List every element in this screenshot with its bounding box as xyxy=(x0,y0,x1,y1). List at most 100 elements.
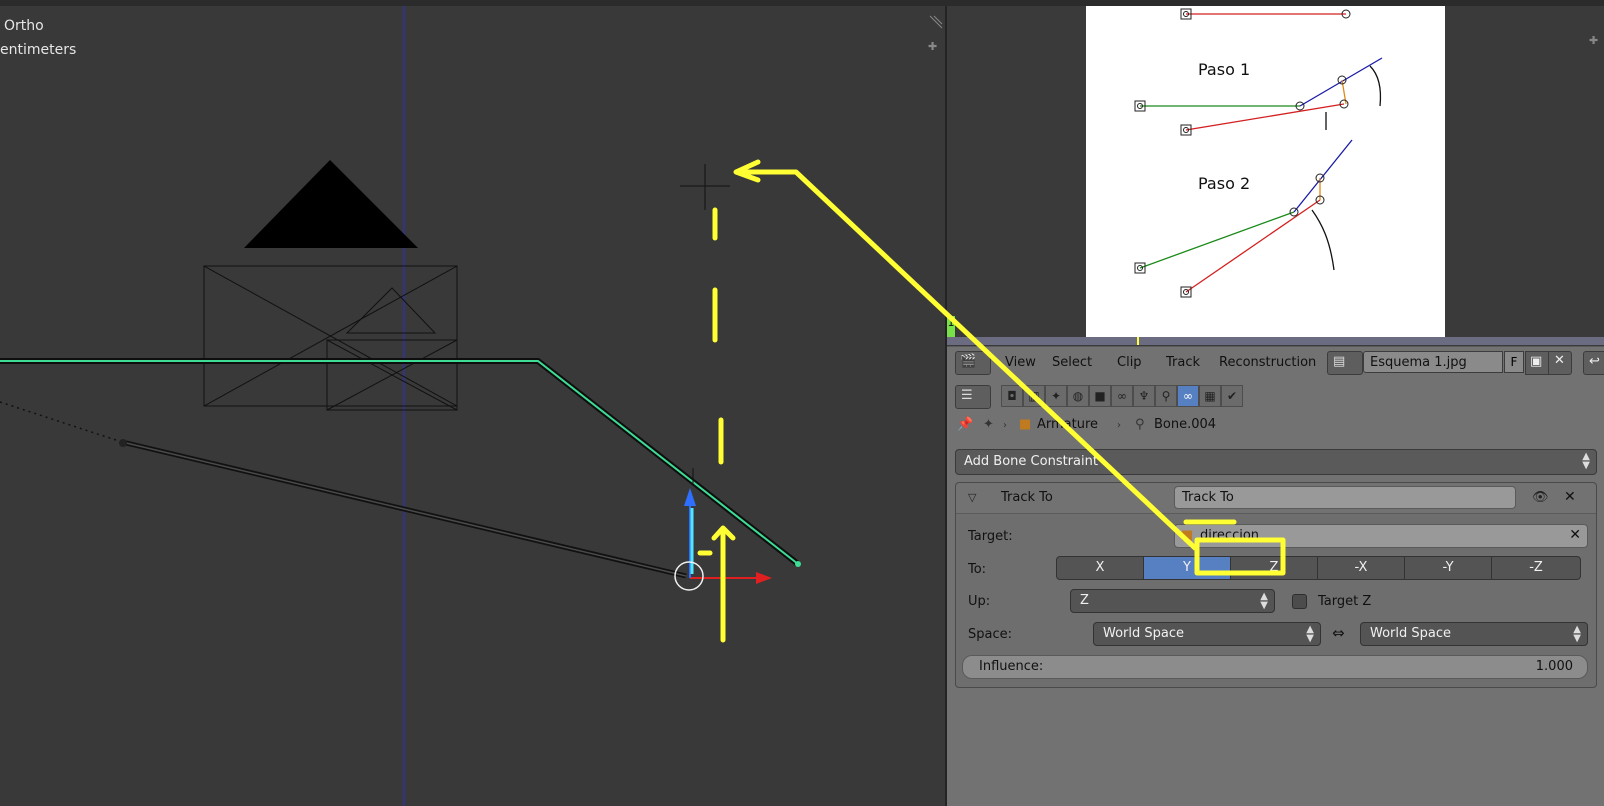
collapse-triangle-icon[interactable]: ▽ xyxy=(968,491,976,504)
tab-armature-data[interactable]: ♆ xyxy=(1133,385,1155,407)
3d-viewport[interactable]: ✚ Ortho entimeters xyxy=(0,6,945,806)
unlink-clip-button[interactable]: ✕ xyxy=(1548,351,1572,375)
add-bone-constraint-menu[interactable]: Add Bone Constraint ▲ ▼ xyxy=(955,449,1597,475)
viewport-canvas[interactable]: ✚ xyxy=(0,6,945,806)
constraint-type-label: Track To xyxy=(1001,490,1053,505)
tab-bone[interactable]: ⚲ xyxy=(1155,385,1177,407)
chevron-right-icon: › xyxy=(1003,420,1007,431)
link-icon: ∞ xyxy=(1117,389,1127,403)
units-label: entimeters xyxy=(0,42,77,58)
properties-tabs: ☰ ◘ ▥ ✦ ◍ ■ ∞ ♆ ⚲ ∞ ▦ ✔ xyxy=(947,379,1604,411)
tab-scene[interactable]: ✦ xyxy=(1045,385,1067,407)
tab-object-constraints[interactable]: ∞ xyxy=(1111,385,1133,407)
constraint-header: ▽ Track To Track To 👁 ✕ xyxy=(956,483,1596,514)
tab-render-layers[interactable]: ▥ xyxy=(1023,385,1045,407)
object-icon: ■ xyxy=(1181,528,1194,543)
cube-icon: ■ xyxy=(1094,389,1106,403)
clapper-icon: 🎬 xyxy=(960,354,977,369)
up-value: Z xyxy=(1080,593,1089,608)
to-axis-selector: X Y Z -X -Y -Z xyxy=(1056,556,1581,580)
box-wireframe xyxy=(203,265,458,411)
eye-icon[interactable]: 👁 xyxy=(1532,490,1549,505)
selected-bone xyxy=(0,360,799,565)
clip-editor[interactable]: Paso 1 Paso 2 1 ✚ xyxy=(947,6,1604,346)
up-axis-dropdown[interactable]: Z ▲ ▼ xyxy=(1070,589,1275,613)
space-label: Space: xyxy=(968,627,1012,642)
close-icon: ✕ xyxy=(1554,353,1565,368)
return-icon: ↩ xyxy=(1589,354,1600,369)
to-axis-x[interactable]: X xyxy=(1056,556,1144,580)
menu-track[interactable]: Track xyxy=(1166,355,1200,370)
browse-clip-button[interactable]: ▤ xyxy=(1327,351,1363,375)
tab-texture[interactable]: ▦ xyxy=(1199,385,1221,407)
updown-arrows-icon: ▲ ▼ xyxy=(1306,624,1314,644)
owner-space-value: World Space xyxy=(1103,626,1185,641)
target-label: Target: xyxy=(968,529,1013,544)
tab-render[interactable]: ◘ xyxy=(1001,385,1023,407)
menu-view[interactable]: View xyxy=(1005,355,1036,370)
open-clip-button[interactable]: ▣ xyxy=(1525,351,1549,375)
constraint-panel: ▽ Track To Track To 👁 ✕ Target: ■ direcc… xyxy=(955,482,1597,688)
svg-text:✚: ✚ xyxy=(928,40,937,53)
menu-reconstruction[interactable]: Reconstruction xyxy=(1219,355,1316,370)
paso-2-label: Paso 2 xyxy=(1198,174,1251,193)
clip-name-field[interactable]: Esquema 1.jpg xyxy=(1363,351,1503,373)
constraint-name-field[interactable]: Track To xyxy=(1174,486,1516,509)
to-axis-neg-z[interactable]: -Z xyxy=(1491,556,1581,580)
target-z-label: Target Z xyxy=(1318,594,1372,609)
to-axis-z[interactable]: Z xyxy=(1230,556,1318,580)
target-value: direccion xyxy=(1200,528,1260,543)
tab-bone-constraints[interactable]: ∞ xyxy=(1177,385,1199,407)
bone-icon: ⚲ xyxy=(1135,417,1145,432)
tab-physics[interactable]: ✔ xyxy=(1221,385,1243,407)
editor-type-button[interactable]: 🎬 xyxy=(955,351,991,375)
influence-value: 1.000 xyxy=(1535,659,1573,674)
to-axis-neg-x[interactable]: -X xyxy=(1317,556,1405,580)
up-label: Up: xyxy=(968,594,991,609)
properties-editor-type-button[interactable]: ☰ xyxy=(955,385,991,409)
menu-clip[interactable]: Clip xyxy=(1117,355,1142,370)
chevron-right-icon: › xyxy=(1117,420,1121,431)
influence-label: Influence: xyxy=(979,659,1044,674)
diagram-drawing xyxy=(1134,8,1383,298)
target-space-dropdown[interactable]: World Space ▲ ▼ xyxy=(1360,622,1588,646)
bone-outline xyxy=(0,358,800,567)
updown-arrows-icon: ▲ ▼ xyxy=(1573,624,1581,644)
pin-icon[interactable]: 📌 xyxy=(957,417,973,432)
physics-icon: ✔ xyxy=(1226,389,1238,403)
clear-icon[interactable]: ✕ xyxy=(1569,527,1581,543)
target-field[interactable]: ■ direccion ✕ xyxy=(1174,524,1588,548)
relationship-line xyxy=(0,401,123,443)
fake-user-button[interactable]: F xyxy=(1504,351,1524,373)
to-axis-y[interactable]: Y xyxy=(1143,556,1231,580)
scene-icon: ✦ xyxy=(983,417,994,432)
scene-icon: ✦ xyxy=(1050,389,1062,403)
breadcrumb-object: Armature xyxy=(1037,417,1099,432)
playhead[interactable] xyxy=(1137,337,1139,345)
triangle-mesh xyxy=(244,160,418,248)
paso-1-label: Paso 1 xyxy=(1198,60,1251,79)
updown-arrows-icon: ▲ ▼ xyxy=(1582,451,1590,471)
3d-cursor xyxy=(680,164,730,210)
area-split-icon[interactable]: ✚ xyxy=(1589,34,1598,47)
clip-image: Paso 1 Paso 2 xyxy=(1086,6,1445,340)
tab-object[interactable]: ■ xyxy=(1089,385,1111,407)
owner-space-dropdown[interactable]: World Space ▲ ▼ xyxy=(1093,622,1321,646)
layers-icon: ▥ xyxy=(1028,389,1040,403)
influence-slider[interactable]: Influence: 1.000 xyxy=(962,655,1588,679)
menu-select[interactable]: Select xyxy=(1052,355,1092,370)
timeline-strip[interactable] xyxy=(947,337,1604,345)
to-label: To: xyxy=(968,562,987,577)
target-z-checkbox[interactable] xyxy=(1292,594,1307,609)
object-icon: ■ xyxy=(1019,417,1032,432)
close-icon[interactable]: ✕ xyxy=(1564,489,1576,505)
updown-arrows-icon: ▲ ▼ xyxy=(1260,591,1268,611)
bone-constraint-icon: ∞ xyxy=(1183,389,1193,403)
clip-editor-header: 🎬 View Select Clip Track Reconstruction … xyxy=(947,346,1604,380)
properties-icon: ☰ xyxy=(961,388,973,403)
area-corner-widget xyxy=(929,15,943,29)
to-axis-neg-y[interactable]: -Y xyxy=(1404,556,1492,580)
editor-extra-button[interactable]: ↩ xyxy=(1583,351,1604,375)
tab-world[interactable]: ◍ xyxy=(1067,385,1089,407)
properties-editor: ☰ ◘ ▥ ✦ ◍ ■ ∞ ♆ ⚲ ∞ ▦ ✔ 📌 ✦ › ■ Armature… xyxy=(947,379,1604,806)
